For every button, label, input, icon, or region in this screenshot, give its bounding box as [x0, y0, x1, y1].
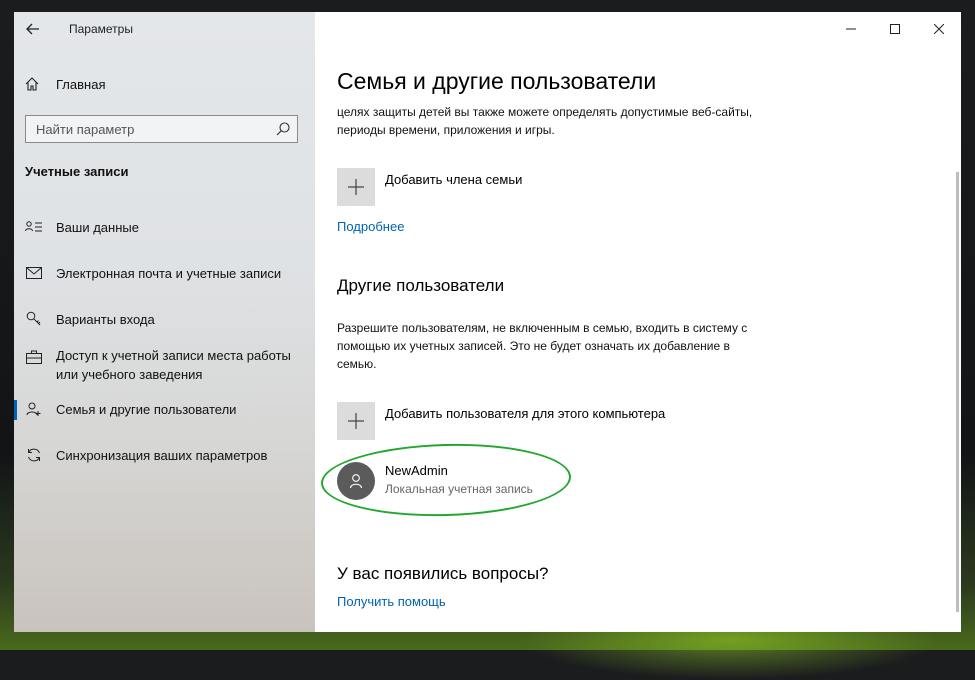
search-icon[interactable] [275, 121, 291, 137]
sidebar-item-label: Доступ к учетной записи места работы или… [56, 348, 291, 382]
sidebar-item-sign-in-options[interactable]: Варианты входа [14, 310, 315, 330]
home-nav-item[interactable]: Главная [24, 74, 105, 94]
scrollbar[interactable] [956, 172, 959, 612]
sidebar: Параметры Главная Учетные записи [14, 12, 315, 632]
app-title: Параметры [69, 22, 133, 36]
add-user-label: Добавить пользователя для этого компьюте… [385, 406, 666, 421]
questions-heading: У вас появились вопросы? [337, 564, 549, 583]
maximize-button[interactable] [873, 12, 917, 46]
minimize-icon [846, 28, 856, 30]
section-heading: Учетные записи [25, 164, 129, 179]
search-box[interactable] [25, 115, 298, 143]
settings-window: Параметры Главная Учетные записи [14, 12, 961, 632]
briefcase-icon [25, 348, 43, 366]
add-tile [337, 402, 375, 440]
add-tile [337, 168, 375, 206]
search-input[interactable] [26, 116, 276, 142]
get-help-link[interactable]: Получить помощь [337, 594, 446, 609]
family-description: целях защиты детей вы также можете опред… [337, 105, 753, 137]
sync-icon [25, 446, 43, 464]
sidebar-item-email[interactable]: Электронная почта и учетные записи [14, 264, 315, 284]
sidebar-item-label: Ваши данные [56, 220, 139, 235]
sidebar-item-work-access[interactable]: Доступ к учетной записи места работы или… [14, 346, 315, 386]
sidebar-item-label: Семья и другие пользователи [56, 402, 237, 417]
person-card-icon [25, 218, 43, 236]
person-add-icon [25, 400, 43, 418]
add-family-member-label: Добавить члена семьи [385, 172, 523, 187]
active-indicator [14, 400, 17, 420]
back-button[interactable] [22, 18, 44, 40]
minimize-button[interactable] [829, 12, 873, 46]
window-controls [829, 12, 961, 46]
home-label: Главная [56, 76, 106, 92]
back-arrow-icon [26, 23, 39, 35]
page-title: Семья и другие пользователи [337, 68, 657, 94]
sidebar-item-your-info[interactable]: Ваши данные [14, 218, 315, 238]
avatar [337, 462, 375, 500]
add-user-button[interactable]: Добавить пользователя для этого компьюте… [337, 402, 665, 440]
close-button[interactable] [917, 12, 961, 46]
sidebar-item-sync[interactable]: Синхронизация ваших параметров [14, 446, 315, 466]
mail-icon [25, 264, 43, 282]
maximize-icon [890, 24, 900, 34]
main-content: Семья и другие пользователи целях защиты… [315, 12, 961, 632]
more-info-link[interactable]: Подробнее [337, 219, 404, 234]
plus-icon [348, 413, 364, 429]
plus-icon [348, 179, 364, 195]
sidebar-item-label: Синхронизация ваших параметров [56, 448, 268, 463]
close-icon [934, 24, 944, 34]
titlebar-left: Параметры [14, 12, 315, 46]
sidebar-item-label: Варианты входа [56, 312, 155, 327]
sidebar-item-family[interactable]: Семья и другие пользователи [14, 400, 315, 420]
user-name: NewAdmin [385, 463, 448, 478]
key-icon [25, 310, 43, 328]
other-users-description: Разрешите пользователям, не включенным в… [337, 321, 748, 371]
add-family-member-button[interactable]: Добавить члена семьи [337, 168, 522, 206]
user-account-item[interactable]: NewAdmin Локальная учетная запись [337, 462, 597, 502]
home-icon [25, 77, 39, 91]
person-icon [349, 474, 363, 489]
user-account-type: Локальная учетная запись [385, 482, 533, 496]
other-users-heading: Другие пользователи [337, 276, 505, 295]
sidebar-item-label: Электронная почта и учетные записи [56, 266, 282, 281]
